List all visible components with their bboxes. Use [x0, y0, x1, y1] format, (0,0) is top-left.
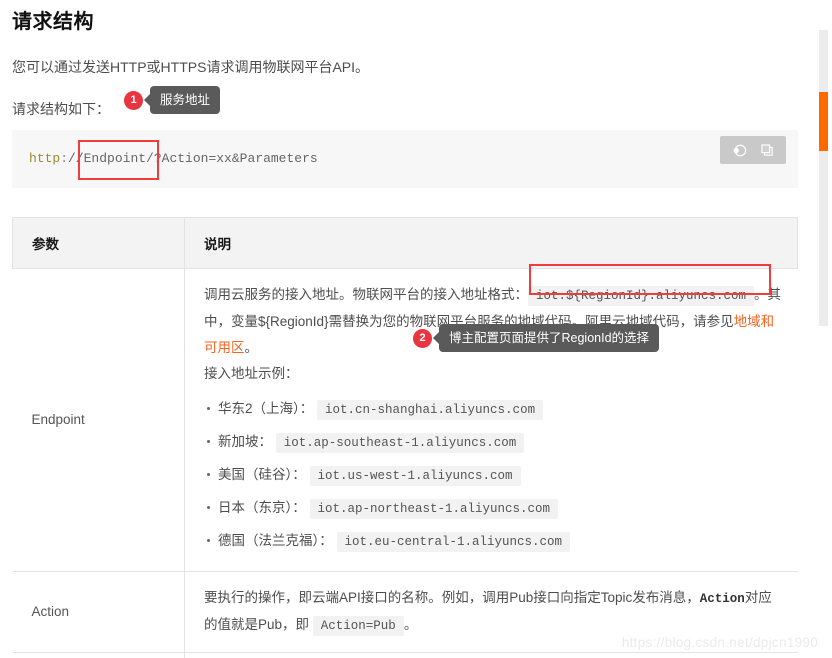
region-label: 美国（硅谷）：	[218, 467, 306, 482]
param-name-endpoint: Endpoint	[12, 268, 185, 572]
endpoint-examples-label: 接入地址示例：	[204, 366, 299, 381]
endpoint-desc-part1: 调用云服务的接入地址。物联网平台的接入地址格式：	[204, 287, 528, 302]
region-endpoint: iot.cn-shanghai.aliyuncs.com	[317, 400, 544, 420]
list-item: 美国（硅谷）： iot.us-west-1.aliyuncs.com	[207, 459, 784, 492]
action-desc-part1: 要执行的操作，即云端API接口的名称。例如，调用Pub接口向指定Topic发布消…	[204, 590, 700, 605]
code-colon: :	[60, 151, 69, 166]
region-endpoint: iot.ap-northeast-1.aliyuncs.com	[309, 499, 559, 519]
marker-tooltip-2: 博主配置页面提供了RegionId的选择	[439, 324, 660, 352]
column-header-desc: 说明	[184, 217, 798, 269]
page-scrollbar[interactable]	[819, 30, 828, 326]
structure-label-row: 请求结构如下： 1 服务地址	[12, 86, 798, 120]
column-header-param: 参数	[12, 217, 185, 269]
copy-icon[interactable]	[754, 140, 780, 160]
region-label: 日本（东京）：	[218, 500, 306, 515]
code-toolbar[interactable]	[720, 136, 786, 164]
intro-paragraph: 您可以通过发送HTTP或HTTPS请求调用物联网平台API。	[12, 59, 370, 75]
contrast-moon-icon[interactable]	[726, 140, 752, 160]
code-scheme: http	[29, 151, 61, 166]
param-name-action: Action	[12, 571, 185, 653]
endpoint-format-code: iot.${RegionId}.aliyuncs.com	[528, 286, 755, 306]
action-desc-part3: 。	[403, 617, 418, 632]
param-desc-endpoint: 调用云服务的接入地址。物联网平台的接入地址格式： iot.${RegionId}.…	[184, 264, 798, 572]
action-pub-code: Action=Pub	[312, 616, 404, 636]
endpoint-desc-part3: 。	[244, 340, 259, 355]
param-name-parameters: Parameters	[12, 652, 185, 658]
page-title: 请求结构	[12, 11, 94, 33]
structure-label: 请求结构如下：	[12, 101, 110, 117]
marker-badge-1: 1	[124, 90, 143, 110]
list-item: 华东2（上海）： iot.cn-shanghai.aliyuncs.com	[207, 393, 784, 426]
code-block: http://Endpoint/?Action=xx&Parameters	[12, 130, 798, 188]
page-root: 请求结构 您可以通过发送HTTP或HTTPS请求调用物联网平台API。 请求结构…	[0, 0, 832, 658]
list-item: 德国（法兰克福）： iot.eu-central-1.aliyuncs.com	[207, 525, 784, 558]
request-structure-table: 参数 说明 Endpoint 调用云服务的接入地址。物联网平台的接入地址格式： i…	[12, 217, 798, 658]
region-endpoint: iot.eu-central-1.aliyuncs.com	[336, 532, 571, 552]
annotation-marker-1: 1 服务地址	[124, 86, 221, 114]
code-text: http://Endpoint/?Action=xx&Parameters	[12, 130, 798, 188]
table-row: Endpoint 调用云服务的接入地址。物联网平台的接入地址格式： iot.${R…	[12, 264, 798, 572]
code-rest: //Endpoint/?Action=xx&Parameters	[68, 151, 318, 166]
list-item: 新加坡： iot.ap-southeast-1.aliyuncs.com	[207, 426, 784, 459]
article-content: 请求结构 您可以通过发送HTTP或HTTPS请求调用物联网平台API。 请求结构…	[0, 0, 810, 658]
table-row: Parameters 请求参数。每个参数之间用（&）符号分隔。 请求参数由公共请…	[12, 652, 798, 658]
region-label: 华东2（上海）：	[218, 401, 314, 416]
param-desc-parameters: 请求参数。每个参数之间用（&）符号分隔。 请求参数由公共请求参数和API自定义参…	[184, 652, 798, 658]
region-label: 新加坡：	[218, 434, 272, 449]
watermark: https://blog.csdn.net/dpjcn1990	[621, 635, 818, 650]
list-item: 日本（东京）： iot.ap-northeast-1.aliyuncs.com	[207, 492, 784, 525]
endpoint-region-list: 华东2（上海）： iot.cn-shanghai.aliyuncs.com 新加…	[204, 393, 784, 558]
annotation-marker-2: 2 博主配置页面提供了RegionId的选择	[413, 324, 660, 352]
region-endpoint: iot.us-west-1.aliyuncs.com	[309, 466, 521, 486]
table-header-row: 参数 说明	[12, 217, 798, 269]
action-keyword-code: Action	[699, 592, 745, 606]
marker-badge-2: 2	[413, 328, 432, 348]
scrollbar-thumb[interactable]	[819, 92, 828, 151]
marker-tooltip-1: 服务地址	[150, 86, 221, 114]
region-endpoint: iot.ap-southeast-1.aliyuncs.com	[275, 433, 525, 453]
region-label: 德国（法兰克福）：	[218, 533, 333, 548]
